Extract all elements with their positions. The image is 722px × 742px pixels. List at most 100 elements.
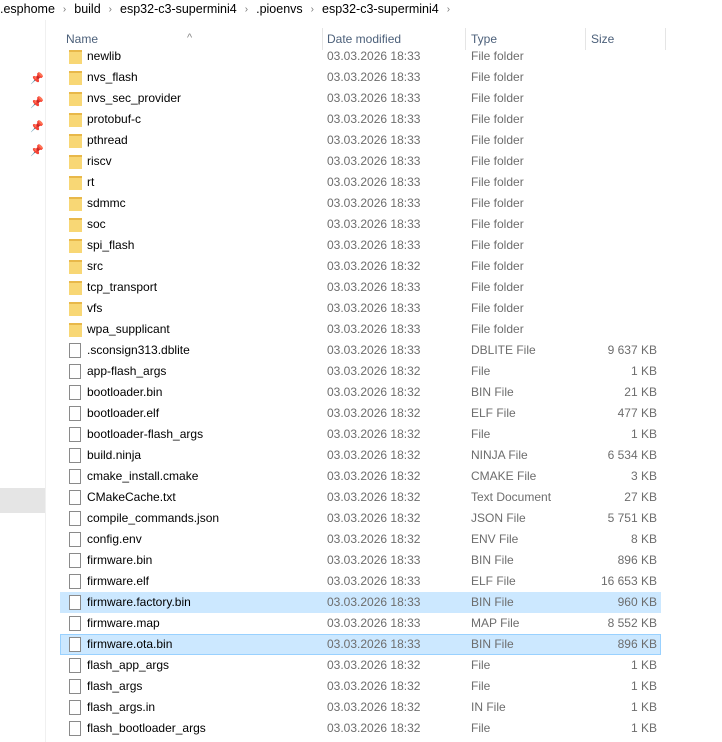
file-row[interactable]: compile_commands.json 03.03.2026 18:32 J… [60, 508, 661, 529]
file-row[interactable]: bootloader.elf 03.03.2026 18:32 ELF File… [60, 403, 661, 424]
navigation-pane[interactable]: 📌 📌 📌 📌 [0, 20, 46, 742]
file-name: pthread [87, 133, 128, 147]
file-name: firmware.factory.bin [87, 595, 191, 609]
file-icon [69, 595, 81, 610]
file-type: File [471, 658, 491, 672]
file-date: 03.03.2026 18:33 [327, 322, 421, 336]
file-date: 03.03.2026 18:32 [327, 721, 421, 735]
file-date: 03.03.2026 18:33 [327, 637, 421, 651]
breadcrumb-item[interactable]: build [74, 2, 100, 16]
breadcrumb-item[interactable]: .esphome [0, 2, 55, 16]
folder-icon [69, 155, 82, 169]
chevron-right-icon[interactable]: › [245, 4, 248, 15]
file-date: 03.03.2026 18:33 [327, 133, 421, 147]
file-row[interactable]: rt 03.03.2026 18:33 File folder [60, 172, 661, 193]
file-type: DBLITE File [471, 343, 536, 357]
file-name: bootloader.bin [87, 385, 163, 399]
file-name: config.env [87, 532, 142, 546]
file-icon [69, 553, 81, 568]
file-row[interactable]: tcp_transport 03.03.2026 18:33 File fold… [60, 277, 661, 298]
file-row[interactable]: protobuf-c 03.03.2026 18:33 File folder [60, 109, 661, 130]
file-name: tcp_transport [87, 280, 158, 294]
sort-ascending-icon: ^ [187, 32, 193, 44]
file-date: 03.03.2026 18:32 [327, 364, 421, 378]
file-row[interactable]: .sconsign313.dblite 03.03.2026 18:33 DBL… [60, 340, 661, 361]
file-date: 03.03.2026 18:32 [327, 490, 421, 504]
file-row[interactable]: nvs_sec_provider 03.03.2026 18:33 File f… [60, 88, 661, 109]
file-size: 1 KB [630, 721, 657, 735]
file-row[interactable]: soc 03.03.2026 18:33 File folder [60, 214, 661, 235]
file-row[interactable]: wpa_supplicant 03.03.2026 18:33 File fol… [60, 319, 661, 340]
file-row[interactable]: cmake_install.cmake 03.03.2026 18:32 CMA… [60, 466, 661, 487]
file-row[interactable]: vfs 03.03.2026 18:33 File folder [60, 298, 661, 319]
file-row[interactable]: flash_args.in 03.03.2026 18:32 IN File 1… [60, 697, 661, 718]
breadcrumb-item[interactable]: esp32-c3-supermini4 [120, 2, 237, 16]
file-size: 27 KB [624, 490, 657, 504]
chevron-right-icon[interactable]: › [447, 4, 450, 15]
file-row[interactable]: src 03.03.2026 18:32 File folder [60, 256, 661, 277]
file-row[interactable]: flash_app_args 03.03.2026 18:32 File 1 K… [60, 655, 661, 676]
file-size: 3 KB [630, 469, 657, 483]
column-name[interactable]: Name [66, 32, 98, 46]
file-type: Text Document [471, 490, 552, 504]
file-name: soc [87, 217, 106, 231]
file-name: app-flash_args [87, 364, 167, 378]
breadcrumb-item[interactable]: .pioenvs [256, 2, 303, 16]
file-date: 03.03.2026 18:32 [327, 385, 421, 399]
file-size: 8 552 KB [607, 616, 657, 630]
file-date: 03.03.2026 18:32 [327, 511, 421, 525]
navigation-selection[interactable] [0, 488, 45, 513]
file-size: 896 KB [617, 637, 657, 651]
file-icon [69, 574, 81, 589]
file-row[interactable]: firmware.bin 03.03.2026 18:33 BIN File 8… [60, 550, 661, 571]
column-size[interactable]: Size [591, 32, 614, 46]
folder-icon [69, 113, 82, 127]
file-row[interactable]: firmware.map 03.03.2026 18:33 MAP File 8… [60, 613, 661, 634]
file-row[interactable]: newlib 03.03.2026 18:33 File folder [60, 46, 661, 67]
chevron-right-icon[interactable]: › [109, 4, 112, 15]
file-date: 03.03.2026 18:32 [327, 427, 421, 441]
file-icon [69, 679, 81, 694]
file-row[interactable]: CMakeCache.txt 03.03.2026 18:32 Text Doc… [60, 487, 661, 508]
file-date: 03.03.2026 18:33 [327, 616, 421, 630]
file-date: 03.03.2026 18:33 [327, 112, 421, 126]
file-row[interactable]: config.env 03.03.2026 18:32 ENV File 8 K… [60, 529, 661, 550]
chevron-right-icon[interactable]: › [63, 4, 66, 15]
file-row[interactable]: firmware.factory.bin 03.03.2026 18:33 BI… [60, 592, 661, 613]
column-date[interactable]: Date modified [327, 32, 401, 46]
file-row[interactable]: nvs_flash 03.03.2026 18:33 File folder [60, 67, 661, 88]
file-row[interactable]: app-flash_args 03.03.2026 18:32 File 1 K… [60, 361, 661, 382]
file-row[interactable]: bootloader.bin 03.03.2026 18:32 BIN File… [60, 382, 661, 403]
file-type: File folder [471, 112, 524, 126]
column-type[interactable]: Type [471, 32, 497, 46]
file-date: 03.03.2026 18:33 [327, 49, 421, 63]
breadcrumb-item[interactable]: esp32-c3-supermini4 [322, 2, 439, 16]
file-date: 03.03.2026 18:33 [327, 154, 421, 168]
file-row[interactable]: firmware.elf 03.03.2026 18:33 ELF File 1… [60, 571, 661, 592]
file-row[interactable]: pthread 03.03.2026 18:33 File folder [60, 130, 661, 151]
file-icon [69, 658, 81, 673]
file-type: File folder [471, 280, 524, 294]
file-row[interactable]: flash_bootloader_args 03.03.2026 18:32 F… [60, 718, 661, 739]
file-row[interactable]: build.ninja 03.03.2026 18:32 NINJA File … [60, 445, 661, 466]
file-name: compile_commands.json [87, 511, 220, 525]
folder-icon [69, 92, 82, 106]
file-row[interactable]: riscv 03.03.2026 18:33 File folder [60, 151, 661, 172]
file-name: nvs_sec_provider [87, 91, 182, 105]
file-icon [69, 427, 81, 442]
file-row[interactable]: flash_args 03.03.2026 18:32 File 1 KB [60, 676, 661, 697]
file-type: BIN File [471, 637, 514, 651]
file-row[interactable]: sdmmc 03.03.2026 18:33 File folder [60, 193, 661, 214]
file-row[interactable]: bootloader-flash_args 03.03.2026 18:32 F… [60, 424, 661, 445]
file-type: ENV File [471, 532, 519, 546]
file-type: File folder [471, 322, 524, 336]
folder-icon [69, 239, 82, 253]
file-type: File folder [471, 259, 524, 273]
file-row[interactable]: spi_flash 03.03.2026 18:33 File folder [60, 235, 661, 256]
chevron-right-icon[interactable]: › [311, 4, 314, 15]
file-size: 1 KB [630, 700, 657, 714]
folder-icon [69, 134, 82, 148]
file-name: newlib [87, 49, 122, 63]
file-row[interactable]: firmware.ota.bin 03.03.2026 18:33 BIN Fi… [60, 634, 661, 655]
file-type: File folder [471, 49, 524, 63]
